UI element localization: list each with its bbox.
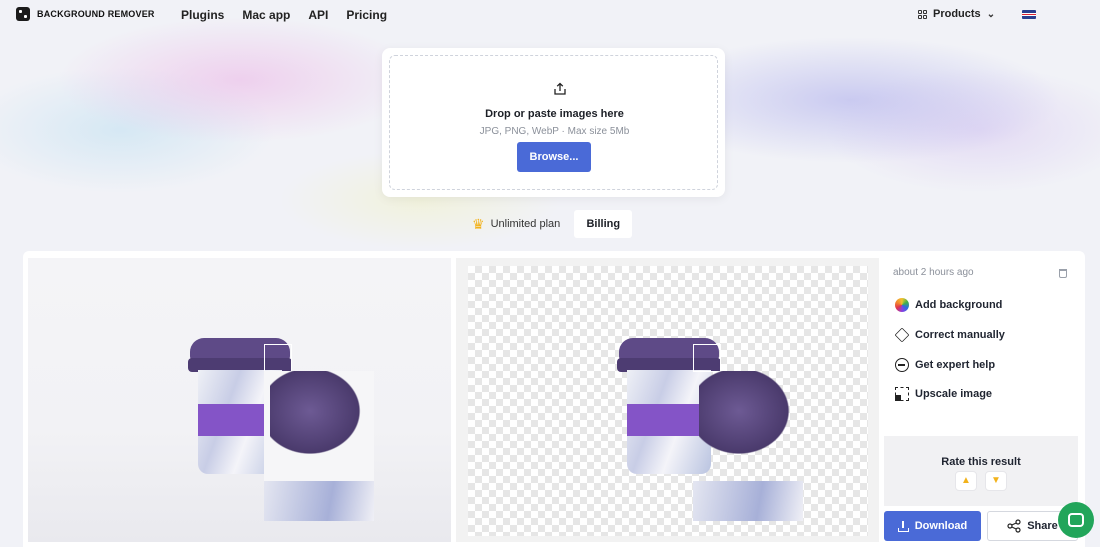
upload-icon (554, 82, 566, 95)
correct-manually-button[interactable]: Correct manually (894, 327, 1005, 343)
browse-button[interactable]: Browse... (517, 142, 591, 172)
plan-label: Unlimited plan (490, 218, 561, 230)
action-label: Upscale image (915, 388, 993, 400)
crown-icon: ♛ (472, 216, 485, 232)
brand-logo[interactable]: BACKGROUND REMOVER (16, 7, 155, 21)
plan-badge: ♛ Unlimited plan (472, 217, 560, 231)
rate-title: Rate this result (941, 456, 1021, 468)
drop-zone[interactable]: Drop or paste images here JPG, PNG, WebP… (389, 55, 718, 190)
main-nav: Plugins Mac app API Pricing (181, 8, 387, 22)
original-image[interactable] (28, 258, 451, 542)
upload-card[interactable]: Drop or paste images here JPG, PNG, WebP… (382, 48, 725, 197)
action-label: Correct manually (915, 329, 1005, 341)
products-menu[interactable]: Products ⌄ (918, 8, 995, 20)
action-label: Get expert help (915, 359, 996, 371)
thumbs-down-icon[interactable]: ▼ (985, 471, 1007, 491)
eraser-icon (894, 327, 910, 343)
drop-title: Drop or paste images here (485, 108, 624, 120)
timestamp: about 2 hours ago (893, 267, 974, 278)
logo-icon (16, 7, 30, 21)
brand-name: BACKGROUND REMOVER (37, 9, 155, 19)
result-sidebar: about 2 hours ago Add background Correct… (884, 258, 1078, 547)
chat-icon (1068, 513, 1084, 527)
nav-pricing[interactable]: Pricing (346, 8, 387, 22)
chat-button[interactable] (1058, 502, 1094, 538)
upscale-icon (895, 387, 909, 401)
trash-icon[interactable] (1059, 269, 1067, 278)
share-icon (1007, 519, 1021, 533)
nav-plugins[interactable]: Plugins (181, 8, 224, 22)
upscale-button[interactable]: Upscale image (895, 387, 992, 401)
download-label: Download (914, 520, 968, 532)
expert-help-button[interactable]: Get expert help (895, 358, 995, 372)
zoom-frame (693, 344, 721, 372)
nav-mac-app[interactable]: Mac app (242, 8, 290, 22)
products-label: Products (933, 8, 981, 20)
chevron-down-icon: ⌄ (986, 8, 996, 20)
grid-icon (918, 9, 927, 19)
rating-box: Rate this result ▲ ▼ (884, 436, 1078, 506)
zoom-preview (264, 371, 374, 521)
plan-row: ♛ Unlimited plan Billing (472, 210, 633, 238)
share-label: Share (1027, 520, 1058, 532)
download-button[interactable]: Download (884, 511, 981, 541)
language-flag-icon[interactable] (1022, 10, 1036, 19)
zoom-preview (693, 371, 803, 521)
result-image[interactable] (456, 258, 879, 542)
download-icon (897, 520, 909, 532)
drop-subtitle: JPG, PNG, WebP · Max size 5Mb (479, 126, 630, 137)
action-label: Add background (915, 299, 1003, 311)
thumbs-up-icon[interactable]: ▲ (955, 471, 977, 491)
add-background-button[interactable]: Add background (895, 298, 1002, 312)
zoom-frame (264, 344, 292, 372)
result-panel: about 2 hours ago Add background Correct… (23, 251, 1085, 547)
billing-button[interactable]: Billing (574, 210, 633, 238)
color-wheel-icon (895, 298, 909, 312)
top-header: BACKGROUND REMOVER Plugins Mac app API P… (0, 0, 1100, 30)
expert-icon (895, 358, 909, 372)
nav-api[interactable]: API (308, 8, 328, 22)
